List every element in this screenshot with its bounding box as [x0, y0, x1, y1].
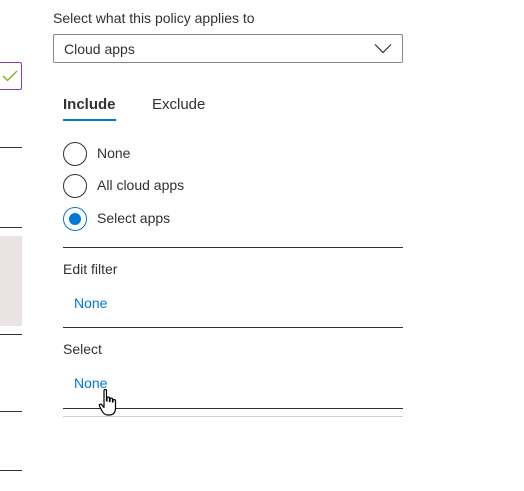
radio-label: None — [97, 145, 131, 161]
edit-filter-link[interactable]: None — [74, 295, 107, 311]
left-divider — [0, 334, 22, 335]
tab-exclude[interactable]: Exclude — [152, 96, 205, 121]
select-title: Select — [63, 341, 102, 357]
radio-label: All cloud apps — [97, 177, 185, 193]
radio-button[interactable] — [63, 174, 87, 198]
applies-to-dropdown[interactable]: Cloud apps — [53, 34, 403, 63]
radio-button[interactable] — [63, 142, 87, 166]
hand-pointer-icon — [98, 389, 117, 416]
chevron-down-icon — [374, 44, 392, 54]
section-divider — [63, 247, 403, 248]
radio-button-checked[interactable] — [63, 207, 87, 231]
left-divider — [0, 227, 22, 228]
dropdown-selected-value: Cloud apps — [64, 41, 135, 57]
checkmark-icon — [2, 70, 18, 82]
conditional-access-panel: Select what this policy applies to Cloud… — [0, 0, 524, 491]
section-divider — [63, 327, 403, 328]
applies-to-label: Select what this policy applies to — [53, 10, 255, 26]
tab-include[interactable]: Include — [63, 96, 116, 121]
edit-filter-title: Edit filter — [63, 261, 118, 277]
left-divider — [0, 411, 22, 412]
left-highlighted-row[interactable] — [0, 236, 22, 326]
left-selected-item[interactable] — [0, 62, 22, 90]
left-divider — [0, 147, 22, 148]
left-divider — [0, 470, 22, 471]
radio-label: Select apps — [97, 210, 171, 226]
